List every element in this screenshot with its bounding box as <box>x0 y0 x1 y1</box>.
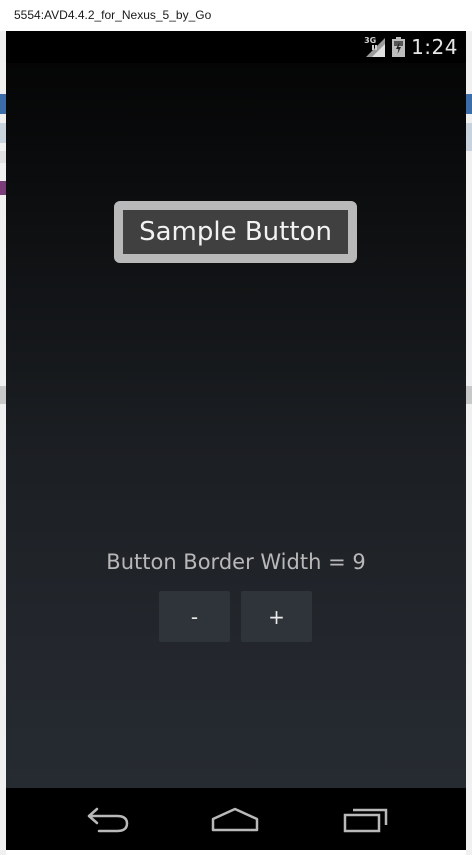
border-width-label: Button Border Width = 9 <box>106 550 366 574</box>
device-screen: 3G 1:24 Sample Button Button Border Widt… <box>6 31 466 850</box>
window-title: 5554:AVD4.4.2_for_Nexus_5_by_Go <box>14 8 212 22</box>
back-icon <box>87 807 129 833</box>
back-button[interactable] <box>78 802 138 836</box>
signal-icon: 3G <box>364 36 386 58</box>
window-titlebar[interactable]: 5554:AVD4.4.2_for_Nexus_5_by_Go <box>0 0 472 32</box>
home-button[interactable] <box>205 802 265 836</box>
decrease-border-button[interactable]: - <box>159 591 230 642</box>
sample-button-label: Sample Button <box>139 217 332 247</box>
navigation-bar <box>6 788 466 850</box>
increase-border-button[interactable]: + <box>241 591 312 642</box>
battery-icon <box>392 37 406 57</box>
sample-button[interactable]: Sample Button <box>114 201 357 263</box>
recent-apps-icon <box>343 808 388 833</box>
recent-apps-button[interactable] <box>336 802 396 836</box>
host-window-right-strip <box>466 31 472 855</box>
status-bar: 3G 1:24 <box>6 31 466 63</box>
decrease-border-label: - <box>190 604 199 629</box>
status-clock: 1:24 <box>411 35 458 59</box>
emulator-window: 5554:AVD4.4.2_for_Nexus_5_by_Go 3G 1:24 … <box>0 0 472 855</box>
home-icon <box>211 807 259 832</box>
status-icons: 3G 1:24 <box>364 35 458 59</box>
increase-border-label: + <box>268 604 285 629</box>
